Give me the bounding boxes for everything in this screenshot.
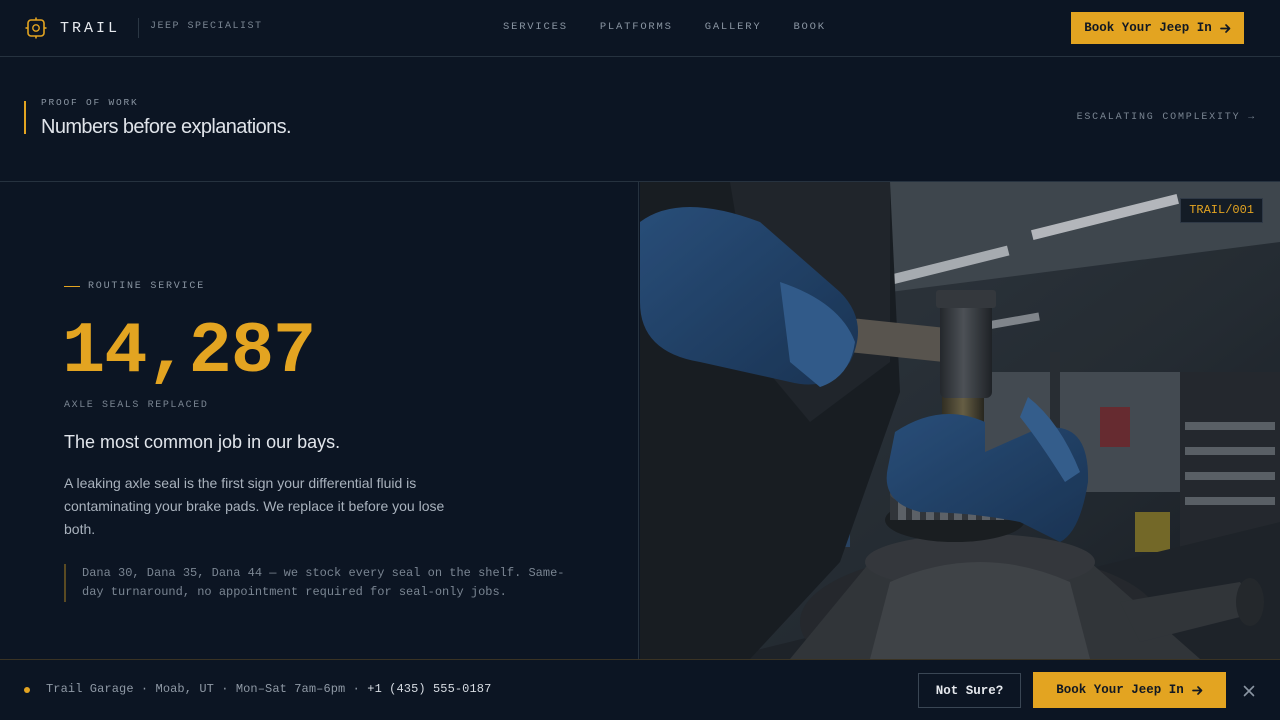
gear-logo-icon xyxy=(24,16,48,40)
mechanic-photo-illustration xyxy=(640,182,1280,659)
shop-info: Trail Garage · Moab, UT · Mon–Sat 7am–6p… xyxy=(46,682,491,696)
kicker-text: ROUTINE SERVICE xyxy=(88,281,206,292)
feature-headline: The most common job in our bays. xyxy=(64,432,341,452)
nav-item-book[interactable]: BOOK xyxy=(793,21,825,33)
feature-body: A leaking axle seal is the first sign yo… xyxy=(64,475,445,537)
feature-note: Dana 30, Dana 35, Dana 44 — we stock eve… xyxy=(64,564,584,602)
photo-tag: TRAIL/001 xyxy=(1180,198,1263,223)
close-icon[interactable] xyxy=(1241,683,1257,699)
feature-kicker: ROUTINE SERVICE xyxy=(64,281,205,292)
brand-tagline: JEEP SPECIALIST xyxy=(150,20,263,32)
brand-divider xyxy=(138,18,140,38)
arrow-right-icon xyxy=(1219,23,1231,34)
section-header: PROOF OF WORK Numbers before explanation… xyxy=(0,57,1280,182)
nav-item-gallery[interactable]: GALLERY xyxy=(705,21,762,33)
section-accent-bar xyxy=(24,101,26,134)
brand[interactable]: TRAIL JEEP SPECIALIST xyxy=(24,16,263,40)
nav-item-services[interactable]: SERVICES xyxy=(503,21,568,33)
feature-text-column: ROUTINE SERVICE 14,287 AXLE SEALS REPLAC… xyxy=(0,182,639,659)
book-jeep-footer-label: Book Your Jeep In xyxy=(1056,683,1184,697)
sticky-booking-bar: Trail Garage · Moab, UT · Mon–Sat 7am–6p… xyxy=(0,659,1280,720)
book-jeep-footer-button[interactable]: Book Your Jeep In xyxy=(1033,672,1226,708)
phone-number[interactable]: +1 (435) 555-0187 xyxy=(367,682,491,696)
shop-info-text: Trail Garage · Moab, UT · Mon–Sat 7am–6p… xyxy=(46,682,368,696)
section-title: Numbers before explanations. xyxy=(41,116,292,138)
nav-item-platforms[interactable]: PLATFORMS xyxy=(600,21,673,33)
brand-name: TRAIL xyxy=(60,19,121,37)
status-dot xyxy=(24,687,30,693)
stat-value: 14,287 xyxy=(62,311,316,393)
mechanic-photo: TRAIL/001 xyxy=(640,182,1280,659)
book-jeep-header-button[interactable]: Book Your Jeep In xyxy=(1071,12,1244,44)
arrow-right-icon xyxy=(1191,685,1203,696)
section-eyebrow: PROOF OF WORK xyxy=(41,97,139,108)
kicker-line xyxy=(64,286,80,287)
stat-label: AXLE SEALS REPLACED xyxy=(64,400,209,411)
top-navigation-bar: TRAIL JEEP SPECIALIST SERVICES PLATFORMS… xyxy=(0,0,1280,57)
feature-panel: ROUTINE SERVICE 14,287 AXLE SEALS REPLAC… xyxy=(0,182,1280,659)
main-nav: SERVICES PLATFORMS GALLERY BOOK xyxy=(503,21,858,33)
book-jeep-header-label: Book Your Jeep In xyxy=(1084,21,1212,35)
escalating-complexity-link[interactable]: ESCALATING COMPLEXITY → xyxy=(1077,112,1256,123)
not-sure-button[interactable]: Not Sure? xyxy=(918,673,1021,708)
